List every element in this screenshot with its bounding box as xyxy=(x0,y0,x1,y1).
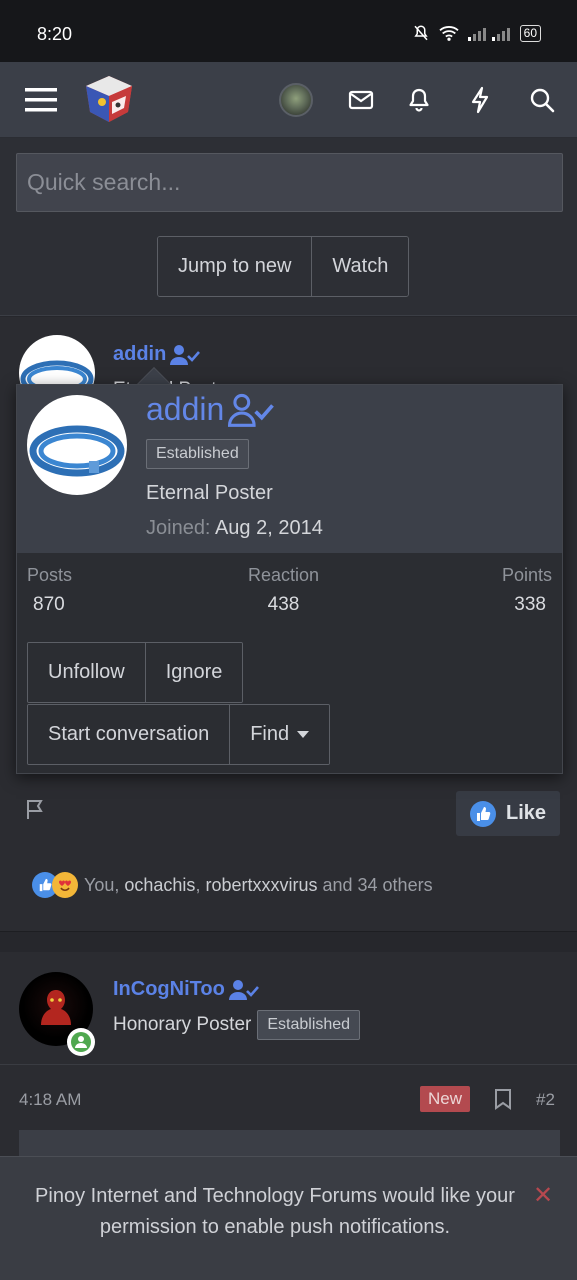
stat-label: Posts xyxy=(27,565,73,585)
joined-date: Aug 2, 2014 xyxy=(214,517,323,539)
member-actions-row-1: Unfollow Ignore xyxy=(27,642,244,703)
jump-to-new-button[interactable]: Jump to new xyxy=(158,237,312,296)
signal-icon xyxy=(467,28,510,41)
reaction-you: You xyxy=(84,874,115,895)
post-2-author-title-row: Honorary Poster Established xyxy=(113,1010,361,1040)
post-timestamp[interactable]: 4:18 AM xyxy=(19,1090,81,1110)
member-avatar[interactable] xyxy=(27,395,127,495)
bolt-icon[interactable] xyxy=(462,82,498,118)
member-badge: Established xyxy=(146,439,249,469)
caret-down-icon xyxy=(297,730,310,738)
post-author: addin xyxy=(113,343,201,366)
love-reaction-icon xyxy=(52,872,78,898)
post-author-name[interactable]: addin xyxy=(113,343,166,366)
post-2-header: InCogNiToo Honorary Poster Established xyxy=(0,952,577,1065)
status-bar: 8:20 60 xyxy=(0,0,577,62)
joined-label: Joined: xyxy=(146,517,211,539)
like-button[interactable]: Like xyxy=(456,791,560,836)
bell-icon[interactable] xyxy=(401,82,437,118)
menu-icon[interactable] xyxy=(23,82,59,118)
reaction-user-2[interactable]: robertxxxvirus xyxy=(205,875,317,896)
mail-icon[interactable] xyxy=(343,82,379,118)
post-2-author-title: Honorary Poster xyxy=(113,1014,252,1035)
stat-label: Reaction xyxy=(248,565,320,585)
member-tooltip: addin Established Eternal Poster Joined:… xyxy=(16,384,563,774)
wifi-icon xyxy=(439,26,459,41)
member-tooltip-header: addin Established Eternal Poster Joined:… xyxy=(17,385,562,553)
site-logo[interactable] xyxy=(82,72,136,126)
mute-bell-icon xyxy=(413,25,428,41)
online-status-icon xyxy=(67,1028,95,1056)
status-time: 8:20 xyxy=(37,24,73,44)
member-title: Eternal Poster xyxy=(146,482,273,504)
stat-reaction[interactable]: Reaction 438 xyxy=(248,565,319,616)
user-avatar-image xyxy=(279,83,313,117)
post-2-author-name[interactable]: InCogNiToo xyxy=(113,978,225,1001)
search-icon[interactable] xyxy=(524,82,560,118)
reaction-icons xyxy=(32,872,78,898)
post-2-author-badge: Established xyxy=(257,1010,361,1040)
stat-posts[interactable]: Posts 870 xyxy=(27,565,72,616)
avatar[interactable] xyxy=(278,82,314,118)
reaction-user-1[interactable]: ochachis xyxy=(124,875,195,896)
search-area: Jump to new Watch xyxy=(0,138,577,316)
reaction-sep-1: , xyxy=(114,874,125,895)
report-flag-icon[interactable] xyxy=(24,797,48,826)
like-label: Like xyxy=(505,802,547,824)
thread-actions: Jump to new Watch xyxy=(157,236,410,297)
stat-points[interactable]: Points 338 xyxy=(502,565,552,616)
new-badge: New xyxy=(420,1086,471,1112)
battery-icon: 60 xyxy=(519,24,541,42)
system-icons: 60 xyxy=(412,24,541,42)
member-joined: Joined: Aug 2, 2014 xyxy=(146,517,323,540)
verified-user-icon xyxy=(170,344,201,365)
post-number[interactable]: #2 xyxy=(536,1090,555,1110)
watch-button[interactable]: Watch xyxy=(311,237,409,296)
quick-search-input[interactable] xyxy=(16,153,563,212)
unfollow-button[interactable]: Unfollow xyxy=(28,643,145,702)
post-2-author: InCogNiToo xyxy=(113,978,259,1001)
top-navbar xyxy=(0,62,577,138)
member-actions-row-2: Start conversation Find xyxy=(27,704,331,765)
push-notification-banner: Pinoy Internet and Technology Forums wou… xyxy=(0,1156,577,1280)
stat-label: Points xyxy=(501,565,552,585)
find-button[interactable]: Find xyxy=(229,705,330,764)
reaction-sep-2: , xyxy=(195,874,206,895)
push-notification-message[interactable]: Pinoy Internet and Technology Forums wou… xyxy=(30,1181,520,1243)
stat-value: 870 xyxy=(33,594,65,615)
ignore-button[interactable]: Ignore xyxy=(144,643,243,702)
start-conversation-button[interactable]: Start conversation xyxy=(28,705,230,764)
member-name-row: addin xyxy=(146,391,275,428)
verified-user-icon xyxy=(228,393,275,427)
stat-value: 438 xyxy=(267,594,300,615)
reaction-others[interactable]: and 34 others xyxy=(317,875,432,896)
close-icon[interactable]: ✕ xyxy=(533,1181,553,1210)
bookmark-icon[interactable] xyxy=(494,1088,512,1115)
stat-value: 338 xyxy=(514,594,546,615)
verified-user-icon xyxy=(228,979,259,1000)
thumbs-up-icon xyxy=(469,800,496,827)
find-label: Find xyxy=(250,723,290,745)
member-username[interactable]: addin xyxy=(146,391,224,428)
reaction-summary[interactable]: You, ochachis, robertxxxvirus and 34 oth… xyxy=(32,872,433,898)
